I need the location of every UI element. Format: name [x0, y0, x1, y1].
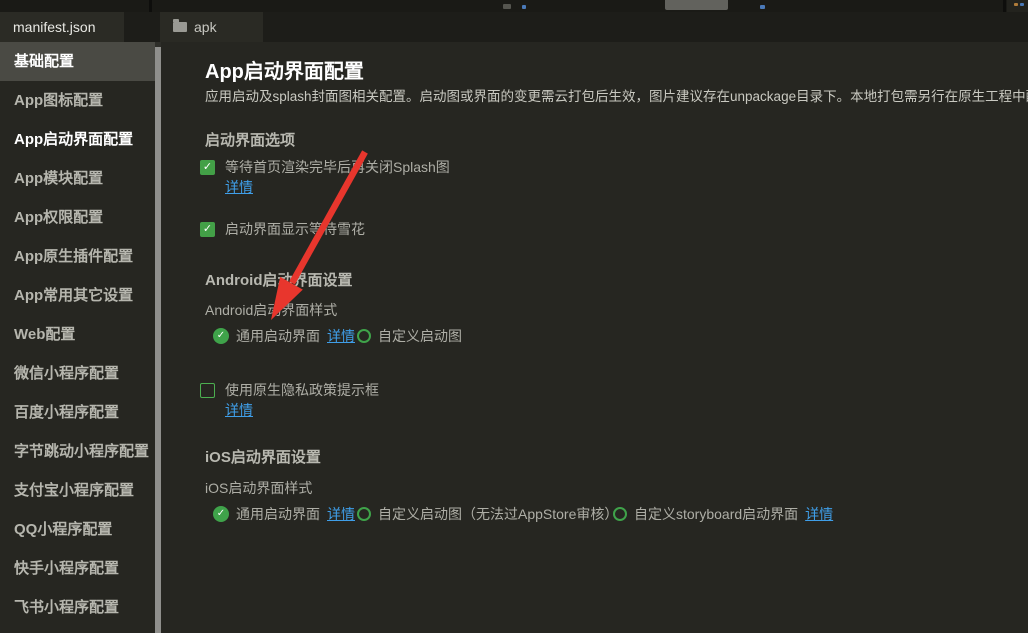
section-heading-ios: iOS启动界面设置: [205, 446, 321, 467]
privacy-checkbox-row: 使用原生隐私政策提示框: [200, 380, 379, 400]
show-snow-checkbox[interactable]: ✓: [200, 222, 215, 237]
ios-style-label: iOS启动界面样式: [205, 478, 312, 498]
toolbar-divider: [149, 0, 152, 12]
ios-storyboard-radio-label: 自定义storyboard启动界面: [634, 504, 798, 524]
toolbar-icon-fragment: [760, 5, 765, 9]
wait-splash-label: 等待首页渲染完毕后再关闭Splash图: [225, 157, 450, 177]
page-description: 应用启动及splash封面图相关配置。启动图或界面的变更需云打包后生效，图片建议…: [205, 85, 1028, 105]
toolbar-icon-fragment: [503, 4, 511, 9]
sidebar-scrollbar-thumb[interactable]: [155, 47, 161, 633]
check-icon: ✓: [213, 506, 229, 522]
tab-apk[interactable]: apk: [160, 12, 263, 42]
wait-splash-checkbox-row: ✓ 等待首页渲染完毕后再关闭Splash图: [200, 157, 450, 177]
sidebar-item-app-misc-settings[interactable]: App常用其它设置: [0, 276, 155, 315]
android-generic-radio-label: 通用启动界面: [236, 326, 320, 346]
check-icon: ✓: [200, 222, 215, 237]
hbuilderx-manifest-editor: manifest.json apk 基础配置 App图标配置 App启动界面配置…: [0, 0, 1028, 633]
launch-config-panel: App启动界面配置 应用启动及splash封面图相关配置。启动图或界面的变更需云…: [163, 42, 1028, 633]
android-generic-detail-link[interactable]: 详情: [327, 326, 355, 346]
tab-label: apk: [194, 19, 217, 35]
toolbar-divider: [1003, 0, 1006, 12]
ios-generic-radio-checked-icon[interactable]: ✓: [213, 506, 229, 522]
android-custom-radio-label: 自定义启动图: [378, 326, 462, 346]
privacy-detail-link[interactable]: 详情: [225, 400, 253, 420]
ios-custom-image-radio-group: 自定义启动图（无法过AppStore审核）: [357, 504, 618, 524]
show-snow-label: 启动界面显示等待雪花: [225, 219, 365, 239]
toolbar-icon-fragment: [1020, 3, 1024, 6]
sidebar-item-kuaishou-mp-config[interactable]: 快手小程序配置: [0, 549, 155, 588]
android-custom-radio-icon[interactable]: [357, 329, 371, 343]
ios-custom-image-radio-label: 自定义启动图（无法过AppStore审核）: [378, 504, 618, 524]
sidebar-scrollbar-track: [155, 42, 161, 633]
sidebar-item-web-config[interactable]: Web配置: [0, 315, 155, 354]
android-custom-radio-group: 自定义启动图: [357, 326, 462, 346]
sidebar-item-app-icon-config[interactable]: App图标配置: [0, 81, 155, 120]
sidebar-item-basic-config[interactable]: 基础配置: [0, 42, 155, 81]
check-icon: ✓: [200, 160, 215, 175]
sidebar-item-app-modules-config[interactable]: App模块配置: [0, 159, 155, 198]
sidebar-item-feishu-mp-config[interactable]: 飞书小程序配置: [0, 588, 155, 627]
sidebar-item-qq-mp-config[interactable]: QQ小程序配置: [0, 510, 155, 549]
page-title: App启动界面配置: [205, 55, 364, 84]
section-heading-launch-options: 启动界面选项: [205, 129, 295, 150]
toolbar-highlighted-button-fragment: [665, 0, 728, 10]
tab-manifest-json[interactable]: manifest.json: [0, 12, 124, 42]
folder-icon: [173, 22, 187, 32]
sidebar-item-alipay-mp-config[interactable]: 支付宝小程序配置: [0, 471, 155, 510]
sidebar-item-bytedance-mp-config[interactable]: 字节跳动小程序配置: [0, 432, 155, 471]
android-generic-radio-group: ✓ 通用启动界面 详情: [213, 326, 355, 346]
sidebar-item-baidu-mp-config[interactable]: 百度小程序配置: [0, 393, 155, 432]
section-heading-android: Android启动界面设置: [205, 269, 353, 290]
sidebar-item-app-permissions-config[interactable]: App权限配置: [0, 198, 155, 237]
sidebar-item-weixin-mp-config[interactable]: 微信小程序配置: [0, 354, 155, 393]
android-generic-radio-checked-icon[interactable]: ✓: [213, 328, 229, 344]
ios-generic-radio-group: ✓ 通用启动界面 详情: [213, 504, 355, 524]
toolbar-strip: [0, 0, 1028, 12]
check-icon: ✓: [213, 328, 229, 344]
ios-storyboard-radio-icon[interactable]: [613, 507, 627, 521]
ios-custom-image-radio-icon[interactable]: [357, 507, 371, 521]
privacy-label: 使用原生隐私政策提示框: [225, 380, 379, 400]
editor-tab-bar: manifest.json apk: [0, 12, 1028, 42]
android-style-label: Android启动界面样式: [205, 300, 337, 320]
tab-label: manifest.json: [13, 19, 95, 35]
ios-storyboard-radio-group: 自定义storyboard启动界面 详情: [613, 504, 833, 524]
privacy-checkbox[interactable]: [200, 383, 215, 398]
ios-generic-detail-link[interactable]: 详情: [327, 504, 355, 524]
config-sidebar: 基础配置 App图标配置 App启动界面配置 App模块配置 App权限配置 A…: [0, 42, 163, 633]
wait-splash-checkbox[interactable]: ✓: [200, 160, 215, 175]
sidebar-item-app-native-plugins-config[interactable]: App原生插件配置: [0, 237, 155, 276]
sidebar-item-app-launch-config[interactable]: App启动界面配置: [0, 120, 155, 159]
toolbar-icon-fragment: [522, 5, 526, 9]
ios-storyboard-detail-link[interactable]: 详情: [805, 504, 833, 524]
wait-splash-detail-link[interactable]: 详情: [225, 177, 253, 197]
ios-generic-radio-label: 通用启动界面: [236, 504, 320, 524]
toolbar-icon-fragment: [1014, 3, 1018, 6]
toolbar-corner-fragment: [1007, 0, 1028, 12]
show-snow-checkbox-row: ✓ 启动界面显示等待雪花: [200, 219, 365, 239]
